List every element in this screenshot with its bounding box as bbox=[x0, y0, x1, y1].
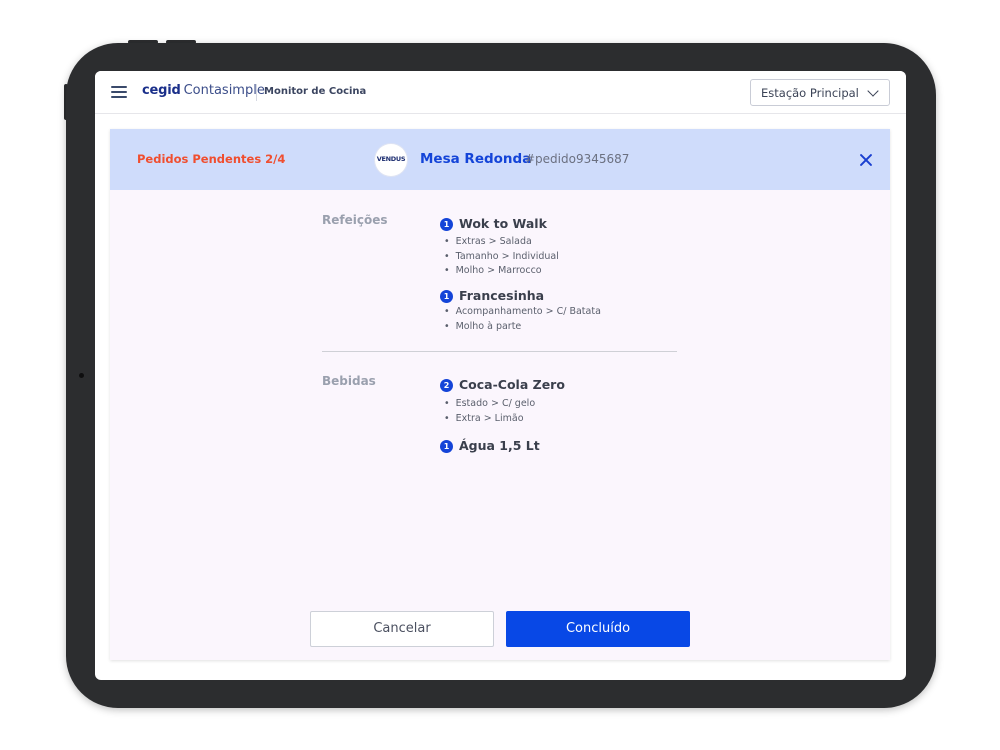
order-card: Pedidos Pendentes 2/4 VENDUS Mesa Redond… bbox=[110, 129, 890, 660]
station-select-value: Estação Principal bbox=[761, 86, 859, 100]
modifier-list: Acompanhamento > C/ Batata Molho à parte bbox=[444, 305, 601, 334]
chevron-down-icon bbox=[867, 85, 879, 97]
app-screen: cegid Contasimple Monitor de Cocina Estaç… bbox=[95, 71, 906, 680]
quantity-badge: 1 bbox=[440, 290, 453, 303]
brand-cegid: cegid bbox=[142, 83, 181, 98]
section-divider bbox=[322, 351, 677, 352]
quantity-badge: 2 bbox=[440, 379, 453, 392]
modifier: Extras > Salada bbox=[444, 235, 559, 250]
quantity-badge: 1 bbox=[440, 440, 453, 453]
top-bar: cegid Contasimple Monitor de Cocina Estaç… bbox=[95, 71, 906, 114]
modifier: Acompanhamento > C/ Batata bbox=[444, 305, 601, 320]
modifier-list: Extras > Salada Tamanho > Individual Mol… bbox=[444, 235, 559, 279]
section-label-drinks: Bebidas bbox=[322, 374, 376, 388]
order-id: #pedido9345687 bbox=[525, 152, 630, 166]
modifier: Tamanho > Individual bbox=[444, 250, 559, 265]
cancel-button[interactable]: Cancelar bbox=[310, 611, 494, 647]
pending-orders-counter: Pedidos Pendentes 2/4 bbox=[137, 152, 286, 166]
section-label-meals: Refeições bbox=[322, 213, 388, 227]
item-name: Coca-Cola Zero bbox=[459, 377, 565, 392]
menu-icon[interactable] bbox=[111, 86, 127, 98]
modifier: Extra > Limão bbox=[444, 412, 535, 427]
item-name: Francesinha bbox=[459, 288, 545, 303]
module-title: Monitor de Cocina bbox=[264, 86, 367, 97]
channel-logo-text: VENDUS bbox=[376, 155, 406, 163]
order-header: Pedidos Pendentes 2/4 VENDUS Mesa Redond… bbox=[110, 129, 890, 190]
item-name: Água 1,5 Lt bbox=[459, 438, 540, 453]
tablet-camera bbox=[79, 373, 84, 378]
brand-logo: cegid Contasimple bbox=[142, 83, 265, 98]
modifier: Molho à parte bbox=[444, 320, 601, 335]
modifier-list: Estado > C/ gelo Extra > Limão bbox=[444, 397, 536, 427]
brand-name: Contasimple bbox=[183, 83, 265, 98]
channel-logo: VENDUS bbox=[375, 144, 407, 176]
modifier: Estado > C/ gelo bbox=[444, 397, 536, 412]
modifier: Molho > Marrocco bbox=[444, 264, 559, 279]
close-icon[interactable] bbox=[856, 150, 876, 170]
quantity-badge: 1 bbox=[440, 218, 453, 231]
table-name: Mesa Redonda bbox=[420, 151, 532, 167]
brand-separator bbox=[256, 84, 257, 101]
item-name: Wok to Walk bbox=[459, 216, 547, 231]
station-select[interactable]: Estação Principal bbox=[750, 79, 890, 106]
done-button[interactable]: Concluído bbox=[506, 611, 690, 647]
